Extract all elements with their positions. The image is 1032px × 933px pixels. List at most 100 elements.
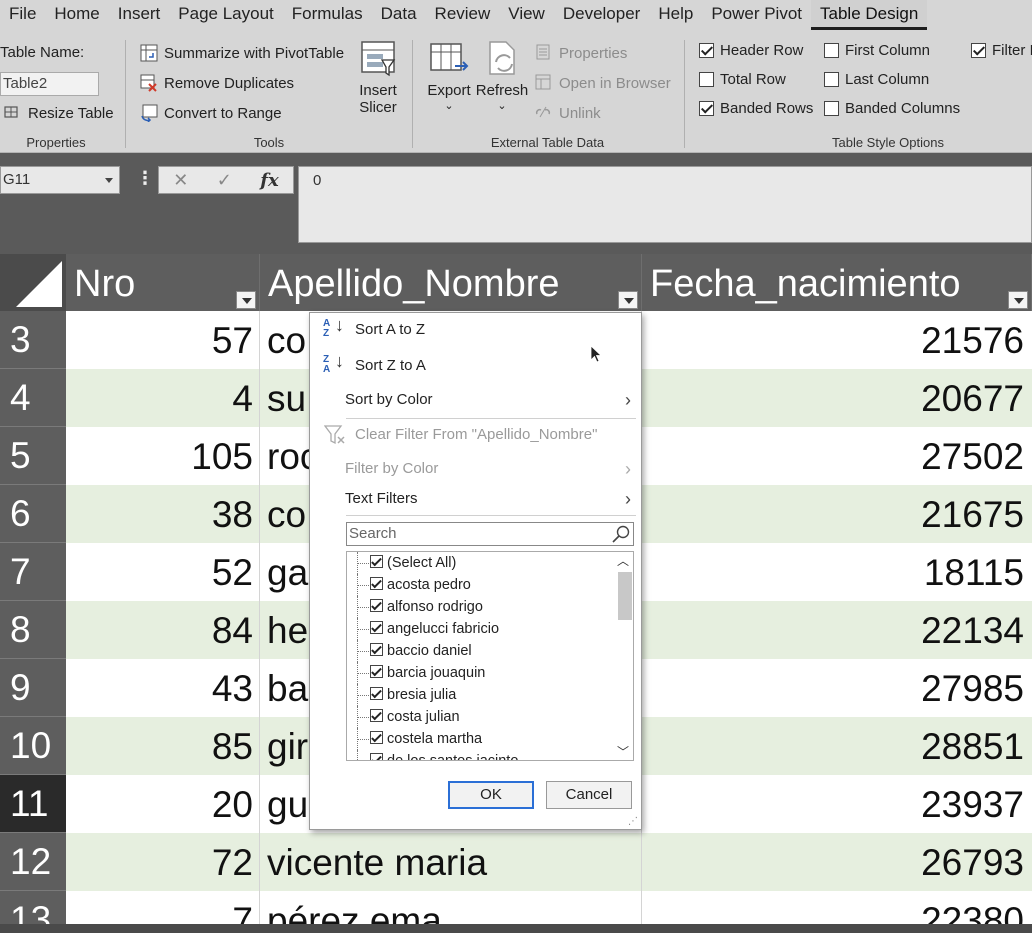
filter-search-input[interactable]: Search xyxy=(346,522,634,546)
header-row-checkbox[interactable]: Header Row xyxy=(699,42,803,59)
cell-fecha-nacimiento[interactable]: 22380 xyxy=(642,891,1032,924)
checkbox-checked[interactable] xyxy=(370,577,383,590)
tab-view[interactable]: View xyxy=(499,0,554,30)
confirm-formula-icon[interactable]: ✓ xyxy=(217,170,232,191)
column-header-apellido-nombre[interactable]: Apellido_Nombre xyxy=(260,254,642,311)
cell-fecha-nacimiento[interactable]: 22134 xyxy=(642,601,1032,659)
cell-fecha-nacimiento[interactable]: 23937 xyxy=(642,775,1032,833)
checkbox-checked[interactable] xyxy=(370,643,383,656)
remove-duplicates-button[interactable]: Remove Duplicates xyxy=(140,74,294,92)
checkbox-checked[interactable] xyxy=(370,753,383,760)
cell-fecha-nacimiento[interactable]: 27985 xyxy=(642,659,1032,717)
filter-dropdown-button[interactable] xyxy=(236,291,256,309)
cancel-button[interactable]: Cancel xyxy=(546,781,632,809)
row-header[interactable]: 10 xyxy=(0,717,66,775)
tab-insert[interactable]: Insert xyxy=(109,0,170,30)
checkbox-unchecked[interactable] xyxy=(824,43,839,58)
checkbox-unchecked[interactable] xyxy=(699,72,714,87)
chevron-up-icon[interactable]: ︿ xyxy=(617,552,629,569)
cell-nro[interactable]: 43 xyxy=(66,659,260,717)
summarize-pivottable-button[interactable]: Summarize with PivotTable xyxy=(140,44,344,62)
row-header[interactable]: 6 xyxy=(0,485,66,543)
row-header[interactable]: 11 xyxy=(0,775,66,833)
chevron-down-icon[interactable]: ﹀ xyxy=(617,743,629,760)
tab-page-layout[interactable]: Page Layout xyxy=(169,0,282,30)
row-header[interactable]: 5 xyxy=(0,427,66,485)
cell-apellido-nombre[interactable]: pérez ema xyxy=(260,891,642,924)
clear-filter-item[interactable]: Clear Filter From "Apellido_Nombre" xyxy=(310,420,641,450)
resize-grip-icon[interactable]: ⋰ xyxy=(628,816,638,827)
cell-nro[interactable]: 38 xyxy=(66,485,260,543)
external-properties-button[interactable]: Properties xyxy=(535,44,627,62)
checkbox-checked[interactable] xyxy=(699,43,714,58)
scrollbar-thumb[interactable] xyxy=(618,572,632,620)
cell-fecha-nacimiento[interactable]: 18115 xyxy=(642,543,1032,601)
formula-input[interactable]: 0 xyxy=(298,166,1032,243)
text-filters-item[interactable]: Text Filters › xyxy=(310,484,641,514)
filter-dropdown-button[interactable] xyxy=(618,291,638,309)
sort-a-to-z-item[interactable]: A Z ↓ Sort A to Z xyxy=(310,315,641,345)
cell-fecha-nacimiento[interactable]: 26793 xyxy=(642,833,1032,891)
cell-nro[interactable]: 105 xyxy=(66,427,260,485)
cell-nro[interactable]: 7 xyxy=(66,891,260,924)
resize-table-button[interactable]: Resize Table xyxy=(4,104,114,122)
insert-function-icon[interactable]: fx xyxy=(260,170,278,191)
tab-power-pivot[interactable]: Power Pivot xyxy=(702,0,811,30)
first-column-checkbox[interactable]: First Column xyxy=(824,42,930,59)
column-header-fecha-nacimiento[interactable]: Fecha_nacimiento xyxy=(642,254,1032,311)
insert-slicer-button[interactable]: Insert Slicer xyxy=(352,40,404,116)
checkbox-checked[interactable] xyxy=(370,709,383,722)
export-button[interactable]: Export ⌄ xyxy=(425,40,473,112)
last-column-checkbox[interactable]: Last Column xyxy=(824,71,929,88)
filter-button-checkbox[interactable]: Filter I xyxy=(971,42,1032,59)
ok-button[interactable]: OK xyxy=(448,781,534,809)
sort-by-color-item[interactable]: Sort by Color › xyxy=(310,385,641,415)
tab-help[interactable]: Help xyxy=(649,0,702,30)
row-header[interactable]: 9 xyxy=(0,659,66,717)
tab-formulas[interactable]: Formulas xyxy=(283,0,372,30)
row-header[interactable]: 8 xyxy=(0,601,66,659)
row-header[interactable]: 3 xyxy=(0,311,66,369)
cell-nro[interactable]: 84 xyxy=(66,601,260,659)
cell-fecha-nacimiento[interactable]: 27502 xyxy=(642,427,1032,485)
convert-to-range-button[interactable]: Convert to Range xyxy=(140,104,282,123)
checkbox-unchecked[interactable] xyxy=(824,101,839,116)
cell-nro[interactable]: 57 xyxy=(66,311,260,369)
refresh-button[interactable]: Refresh ⌄ xyxy=(475,40,529,112)
column-header-nro[interactable]: Nro xyxy=(66,254,260,311)
checkbox-checked[interactable] xyxy=(370,665,383,678)
cell-nro[interactable]: 85 xyxy=(66,717,260,775)
open-in-browser-button[interactable]: Open in Browser xyxy=(535,74,671,92)
cell-nro[interactable]: 72 xyxy=(66,833,260,891)
table-name-input[interactable]: Table2 xyxy=(0,72,99,96)
cell-fecha-nacimiento[interactable]: 21675 xyxy=(642,485,1032,543)
cell-fecha-nacimiento[interactable]: 21576 xyxy=(642,311,1032,369)
cell-fecha-nacimiento[interactable]: 28851 xyxy=(642,717,1032,775)
cell-nro[interactable]: 52 xyxy=(66,543,260,601)
chevron-down-icon[interactable] xyxy=(105,178,113,183)
tab-developer[interactable]: Developer xyxy=(554,0,650,30)
row-header[interactable]: 12 xyxy=(0,833,66,891)
checkbox-checked[interactable] xyxy=(971,43,986,58)
cell-apellido-nombre[interactable]: vicente maria xyxy=(260,833,642,891)
tab-table-design[interactable]: Table Design xyxy=(811,0,928,30)
name-box[interactable]: G11 xyxy=(0,166,120,194)
filter-dropdown-button[interactable] xyxy=(1008,291,1028,309)
banded-columns-checkbox[interactable]: Banded Columns xyxy=(824,100,960,117)
checkbox-checked[interactable] xyxy=(370,731,383,744)
checkbox-unchecked[interactable] xyxy=(824,72,839,87)
checkbox-checked[interactable] xyxy=(370,555,383,568)
more-options-icon[interactable]: ⋮ xyxy=(136,168,154,189)
select-all-corner[interactable] xyxy=(0,254,66,311)
tab-data[interactable]: Data xyxy=(372,0,426,30)
cell-nro[interactable]: 20 xyxy=(66,775,260,833)
banded-rows-checkbox[interactable]: Banded Rows xyxy=(699,100,813,117)
checkbox-checked[interactable] xyxy=(370,599,383,612)
cell-nro[interactable]: 4 xyxy=(66,369,260,427)
row-header[interactable]: 13 xyxy=(0,891,66,924)
checkbox-checked[interactable] xyxy=(699,101,714,116)
list-scrollbar[interactable]: ︿ ﹀ xyxy=(615,552,633,760)
row-header[interactable]: 7 xyxy=(0,543,66,601)
unlink-button[interactable]: Unlink xyxy=(535,104,601,122)
cell-fecha-nacimiento[interactable]: 20677 xyxy=(642,369,1032,427)
